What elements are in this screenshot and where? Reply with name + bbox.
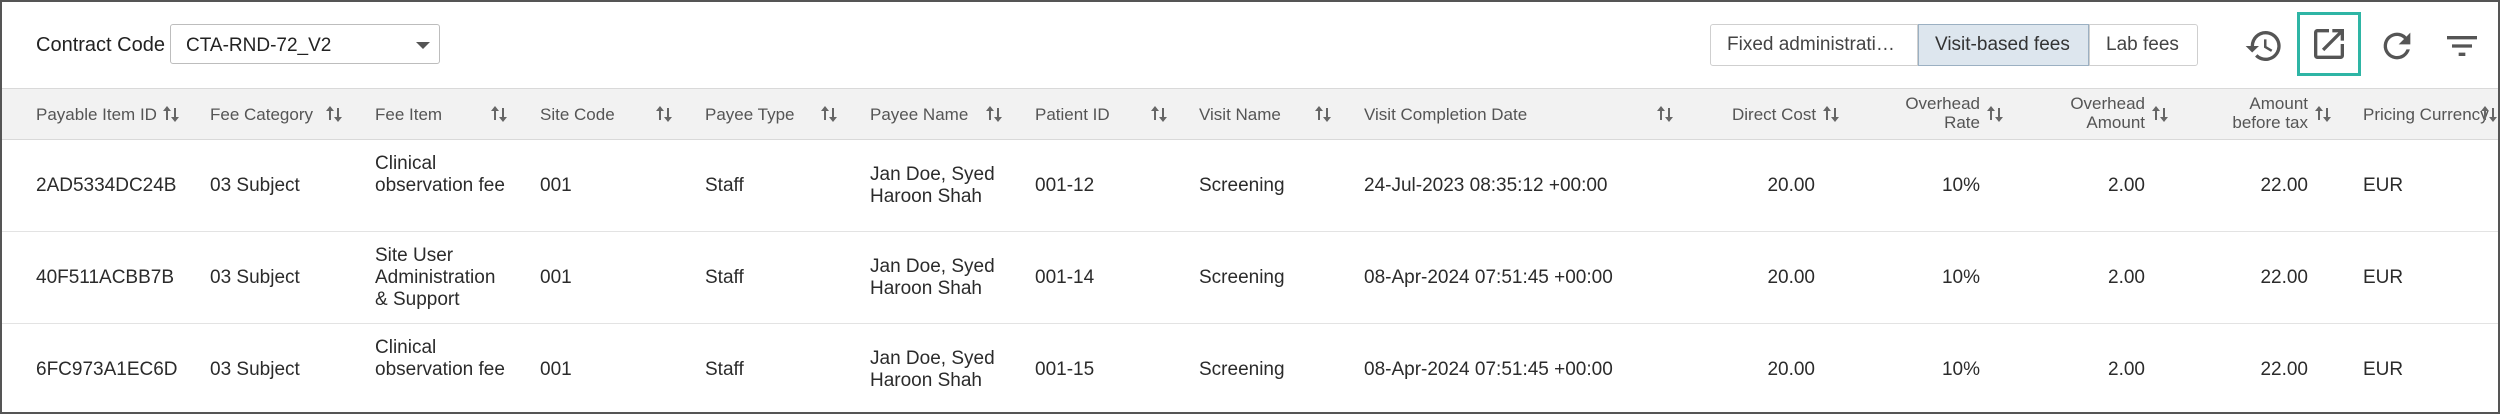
- column-header-amount-before-tax[interactable]: Amount before tax: [2200, 89, 2340, 139]
- cell-payable-item-id: 6FC973A1EC6D: [36, 359, 178, 380]
- contract-code-value: CTA-RND-72_V2: [186, 35, 332, 56]
- cell-payee-name: Jan Doe, Syed Haroon Shah: [870, 164, 995, 207]
- sort-icon[interactable]: [1150, 104, 1168, 124]
- cell-payee-name: Jan Doe, Syed Haroon Shah: [870, 256, 995, 299]
- cell-visit-completion-date: 24-Jul-2023 08:35:12 +00:00: [1364, 175, 1608, 196]
- sort-icon[interactable]: [325, 104, 343, 124]
- column-header-pricing-currency[interactable]: Pricing Currency: [2363, 89, 2498, 139]
- cell-visit-name: Screening: [1199, 175, 1285, 196]
- cell-fee-item: Clinical observation fee: [375, 337, 505, 380]
- sort-icon[interactable]: [1822, 104, 1840, 124]
- cell-overhead-rate: 10%: [1941, 267, 1980, 288]
- sort-icon[interactable]: [985, 104, 1003, 124]
- cell-patient-id: 001-12: [1035, 175, 1095, 196]
- tab-lab-fees[interactable]: Lab fees: [2089, 24, 2198, 66]
- contract-code-label: Contract Code: [36, 34, 165, 56]
- cell-fee-item: Site User Administration & Support: [375, 245, 496, 310]
- column-header-payee-type[interactable]: Payee Type: [705, 89, 855, 139]
- cell-payable-item-id: 40F511ACBB7B: [36, 267, 175, 288]
- column-header-payee-name[interactable]: Payee Name: [870, 89, 1020, 139]
- cell-patient-id: 001-14: [1035, 267, 1095, 288]
- cell-overhead-amount: 2.00: [2108, 359, 2145, 380]
- cell-amount-before-tax: 22.00: [2260, 359, 2308, 380]
- cell-payee-type: Staff: [705, 267, 744, 288]
- open-in-new-icon[interactable]: [2297, 12, 2361, 76]
- filter-icon[interactable]: [2442, 26, 2482, 66]
- cell-visit-name: Screening: [1199, 267, 1285, 288]
- cell-overhead-rate: 10%: [1941, 175, 1980, 196]
- sort-icon[interactable]: [2151, 104, 2169, 124]
- table-header: Payable Item ID Fee Category Fee Item Si…: [2, 89, 2498, 140]
- column-header-payable-item-id[interactable]: Payable Item ID: [36, 89, 226, 139]
- cell-visit-completion-date: 08-Apr-2024 07:51:45 +00:00: [1364, 359, 1613, 380]
- column-header-overhead-amount[interactable]: Overhead Amount: [2037, 89, 2177, 139]
- contract-code-select[interactable]: CTA-RND-72_V2: [170, 24, 440, 64]
- chevron-down-icon: [416, 42, 430, 49]
- cell-amount-before-tax: 22.00: [2260, 175, 2308, 196]
- tab-visit-based-fees[interactable]: Visit-based fees: [1918, 24, 2089, 66]
- column-header-site-code[interactable]: Site Code: [540, 89, 690, 139]
- cell-overhead-amount: 2.00: [2108, 175, 2145, 196]
- cell-site-code: 001: [540, 267, 572, 288]
- column-header-overhead-rate[interactable]: Overhead Rate: [1872, 89, 2012, 139]
- cell-fee-category: 03 Subject: [210, 267, 300, 288]
- cell-overhead-rate: 10%: [1941, 359, 1980, 380]
- sort-icon[interactable]: [1314, 104, 1332, 124]
- column-header-fee-category[interactable]: Fee Category: [210, 89, 360, 139]
- cell-payee-type: Staff: [705, 175, 744, 196]
- cell-direct-cost: 20.00: [1767, 267, 1815, 288]
- column-header-patient-id[interactable]: Patient ID: [1035, 89, 1185, 139]
- cell-visit-completion-date: 08-Apr-2024 07:51:45 +00:00: [1364, 267, 1613, 288]
- sort-icon[interactable]: [1656, 104, 1674, 124]
- column-header-direct-cost[interactable]: Direct Cost: [1702, 89, 1842, 139]
- column-header-visit-completion-date[interactable]: Visit Completion Date: [1364, 89, 1684, 139]
- cell-site-code: 001: [540, 359, 572, 380]
- cell-fee-category: 03 Subject: [210, 359, 300, 380]
- cell-payee-name: Jan Doe, Syed Haroon Shah: [870, 348, 995, 391]
- sort-icon[interactable]: [2314, 104, 2332, 124]
- history-icon[interactable]: [2244, 26, 2284, 66]
- cell-fee-item: Clinical observation fee: [375, 153, 505, 196]
- cell-direct-cost: 20.00: [1767, 359, 1815, 380]
- cell-overhead-amount: 2.00: [2108, 267, 2145, 288]
- cell-fee-category: 03 Subject: [210, 175, 300, 196]
- cell-patient-id: 001-15: [1035, 359, 1095, 380]
- sort-icon[interactable]: [655, 104, 673, 124]
- cell-amount-before-tax: 22.00: [2260, 267, 2308, 288]
- toolbar: Contract Code CTA-RND-72_V2 Fixed admini…: [2, 2, 2498, 89]
- table-row[interactable]: 2AD5334DC24B 03 Subject Clinical observa…: [2, 140, 2498, 232]
- sort-icon[interactable]: [162, 104, 180, 124]
- tab-fixed-administration-fees[interactable]: Fixed administrati…: [1710, 24, 1918, 66]
- column-header-visit-name[interactable]: Visit Name: [1199, 89, 1349, 139]
- sort-icon[interactable]: [1986, 104, 2004, 124]
- table-row[interactable]: 6FC973A1EC6D 03 Subject Clinical observa…: [2, 324, 2498, 412]
- cell-pricing-currency: EUR: [2363, 175, 2404, 196]
- cell-payee-type: Staff: [705, 359, 744, 380]
- table-row[interactable]: 40F511ACBB7B 03 Subject Site User Admini…: [2, 232, 2498, 324]
- cell-pricing-currency: EUR: [2363, 267, 2404, 288]
- sort-icon[interactable]: [820, 104, 838, 124]
- cell-direct-cost: 20.00: [1767, 175, 1815, 196]
- sort-icon[interactable]: [2480, 104, 2498, 124]
- cell-site-code: 001: [540, 175, 572, 196]
- sort-icon[interactable]: [490, 104, 508, 124]
- refresh-icon[interactable]: [2377, 26, 2417, 66]
- cell-payable-item-id: 2AD5334DC24B: [36, 175, 177, 196]
- cell-pricing-currency: EUR: [2363, 359, 2404, 380]
- cell-visit-name: Screening: [1199, 359, 1285, 380]
- fees-panel: Contract Code CTA-RND-72_V2 Fixed admini…: [0, 0, 2500, 414]
- column-header-fee-item[interactable]: Fee Item: [375, 89, 525, 139]
